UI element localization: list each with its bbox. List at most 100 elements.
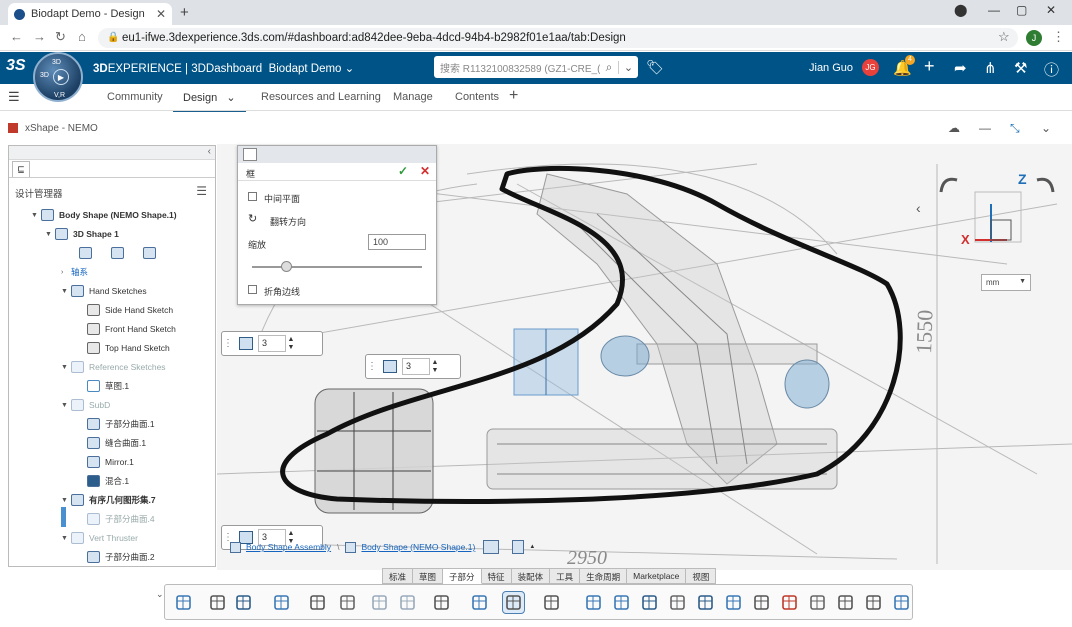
dashboard-name[interactable]: Biodapt Demo: [269, 63, 342, 75]
tree-item[interactable]: ▼ Vert Thruster: [61, 529, 138, 547]
network-icon[interactable]: ⋔: [984, 59, 997, 77]
cancel-button[interactable]: ✕: [420, 164, 430, 178]
action-bar-chevron-icon[interactable]: ⌄: [156, 589, 164, 600]
part-icon[interactable]: [512, 540, 525, 554]
flip-icon[interactable]: ↻: [248, 212, 257, 225]
spinner-1[interactable]: ⋮ 3 ▲ ▼: [221, 331, 323, 356]
tree-item[interactable]: 子部分曲面.2: [87, 548, 155, 566]
play-icon[interactable]: ▶: [53, 69, 69, 85]
minimize-app-icon[interactable]: —: [979, 121, 991, 135]
search-scope-dropdown[interactable]: ⌄: [618, 60, 638, 74]
tree-item[interactable]: 混合.1: [87, 472, 129, 490]
up-down-icon[interactable]: ▲ ▼: [286, 336, 296, 352]
fold-edges-checkbox[interactable]: [248, 285, 257, 294]
tree-item[interactable]: ▼ 3D Shape 1: [45, 225, 119, 243]
spinner-2[interactable]: ⋮ 3 ▲ ▼: [365, 354, 461, 379]
mid-plane-checkbox[interactable]: [248, 192, 257, 201]
tab-lifecycle[interactable]: 生命周期: [580, 568, 628, 584]
tab-contents[interactable]: Contents: [455, 91, 499, 103]
chevron-down-icon[interactable]: ⌄: [1041, 121, 1051, 135]
breadcrumb-assembly[interactable]: Body Shape Assembly: [246, 542, 331, 552]
up-down-icon[interactable]: ▲ ▼: [430, 359, 440, 375]
bookmark-star-icon[interactable]: ☆: [998, 29, 1010, 45]
bend-icon[interactable]: [807, 592, 828, 613]
restore-app-icon[interactable]: ⤡: [1010, 121, 1020, 136]
scale-slider[interactable]: [252, 261, 422, 272]
sphere-icon[interactable]: [835, 592, 856, 613]
tab-design[interactable]: Design ⌄: [173, 91, 246, 113]
tab-community[interactable]: Community: [107, 91, 163, 103]
pyramid-icon[interactable]: [583, 592, 604, 613]
tab-tools[interactable]: 工具: [550, 568, 581, 584]
cube-icon[interactable]: [779, 592, 800, 613]
back-icon[interactable]: ←: [10, 29, 23, 44]
new-tab-button[interactable]: +: [180, 4, 189, 21]
compass-widget[interactable]: 3D 3D ▶ V,R: [33, 52, 83, 102]
fit-icon[interactable]: [695, 592, 716, 613]
grid-icon[interactable]: [469, 592, 490, 613]
tree-item[interactable]: Front Hand Sketch: [87, 320, 176, 338]
tree-item[interactable]: › 轴系: [61, 263, 88, 281]
user-name[interactable]: Jian Guo: [809, 62, 853, 74]
tree-item[interactable]: ▼ Reference Sketches: [61, 358, 166, 376]
share-arrow-icon[interactable]: ➦: [954, 59, 967, 77]
search-icon[interactable]: ⌕: [600, 60, 618, 75]
product-icon[interactable]: [483, 540, 500, 554]
tree-item[interactable]: Mirror.1: [87, 453, 134, 471]
search-input[interactable]: 搜索 R1132100832589 (GZ1-CRE_(: [434, 60, 600, 75]
shape-icon[interactable]: [207, 592, 228, 613]
save-icon[interactable]: [233, 592, 254, 613]
tab-sketch[interactable]: 草图: [413, 568, 444, 584]
tab-view[interactable]: 视图: [686, 568, 717, 584]
forward-icon[interactable]: →: [33, 29, 46, 44]
cutter-icon[interactable]: [891, 592, 912, 613]
chevron-down-icon[interactable]: ▲: [529, 544, 535, 550]
tab-standard[interactable]: 标准: [382, 568, 414, 584]
user-avatar[interactable]: JG: [862, 59, 879, 76]
profile-avatar[interactable]: J: [1026, 30, 1042, 46]
tree-tab-icon[interactable]: ⊑: [12, 161, 30, 177]
close-tab-icon[interactable]: ✕: [156, 7, 166, 21]
redo-icon[interactable]: [397, 592, 418, 613]
collapse-panel-icon[interactable]: ‹: [208, 146, 211, 157]
tree-item[interactable]: Top Hand Sketch: [87, 339, 170, 357]
view-triad[interactable]: Z X: [939, 171, 1055, 247]
tree-item[interactable]: 草图.1: [87, 377, 129, 395]
chevron-down-icon[interactable]: ⌄: [345, 63, 355, 75]
face-icon[interactable]: [639, 592, 660, 613]
undo-icon[interactable]: [369, 592, 390, 613]
settings-icon[interactable]: [337, 592, 358, 613]
collapse-triad-icon[interactable]: ‹: [916, 200, 921, 216]
tab-manage[interactable]: Manage: [393, 91, 433, 103]
maximize-button[interactable]: ▢: [1016, 3, 1027, 17]
tab-features[interactable]: 特征: [481, 568, 512, 584]
tree-item[interactable]: ▼ Hand Sketches: [61, 282, 147, 300]
lamp-icon[interactable]: [751, 592, 772, 613]
box-icon[interactable]: [502, 591, 525, 614]
help-icon[interactable]: [431, 592, 452, 613]
close-window-button[interactable]: ✕: [1046, 3, 1056, 17]
browser-tab[interactable]: Biodapt Demo - Design ✕: [8, 3, 172, 25]
tab-marketplace[interactable]: Marketplace: [627, 568, 687, 584]
profile-menu-icon[interactable]: ⬤: [954, 3, 967, 17]
tools-icon[interactable]: ⚒: [1014, 59, 1027, 77]
home-icon[interactable]: ⌂: [78, 29, 86, 44]
url-field[interactable]: 🔒 eu1-ifwe.3dexperience.3ds.com/#dashboa…: [98, 28, 1018, 48]
refresh-icon[interactable]: [271, 592, 292, 613]
tree-item[interactable]: 缝合曲面.1: [87, 434, 146, 452]
browser-menu-icon[interactable]: ⋮: [1052, 29, 1065, 45]
scale-input[interactable]: 100: [368, 234, 426, 250]
twist-icon[interactable]: [863, 592, 884, 613]
minimize-button[interactable]: —: [988, 3, 1000, 17]
part-icon[interactable]: [173, 592, 194, 613]
breadcrumb-body-shape[interactable]: Body Shape (NEMO Shape.1): [361, 542, 475, 552]
add-icon[interactable]: +: [924, 56, 935, 77]
tree-item[interactable]: 子部分曲面.4: [87, 510, 155, 528]
unit-select[interactable]: mm ▼: [981, 274, 1031, 291]
mesh-icon[interactable]: [541, 592, 562, 613]
tab-resources[interactable]: Resources and Learning: [261, 91, 381, 103]
collapse-menu-icon[interactable]: ☰: [8, 89, 20, 105]
copy-icon[interactable]: [307, 592, 328, 613]
tree-item[interactable]: ▼ 有序几何图形集.7: [61, 491, 156, 509]
tree-item[interactable]: 子部分曲面.1: [87, 415, 155, 433]
